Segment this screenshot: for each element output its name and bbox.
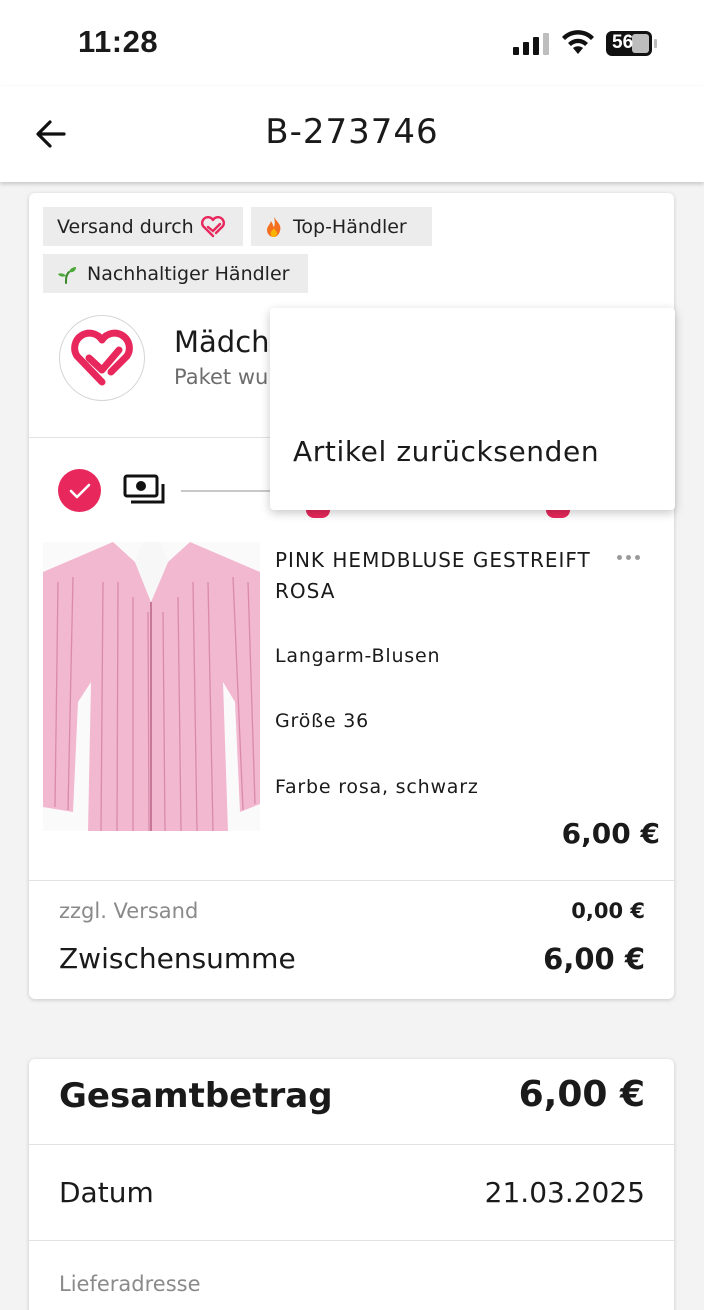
shipping-value: 0,00 € (571, 899, 645, 923)
tag-versand: Versand durch (43, 207, 243, 246)
shipment-status: Paket wu (174, 365, 269, 389)
flame-icon (267, 216, 281, 237)
checkmark-icon (69, 483, 90, 498)
tag-sustainable-seller: Nachhaltiger Händler (43, 254, 308, 293)
status-time: 11:28 (78, 24, 159, 59)
seller-avatar (59, 315, 145, 401)
sprout-icon (58, 266, 76, 284)
product-name[interactable]: PINK HEMDBLUSE GESTREIFT ROSA (275, 545, 615, 607)
summary-card: Gesamtbetrag 6,00 € Datum 21.03.2025 Lie… (29, 1059, 674, 1310)
tag-label: Versand durch (57, 215, 194, 238)
divider (29, 1240, 674, 1241)
menu-item-return-article[interactable]: Artikel zurücksenden (293, 435, 599, 468)
total-label: Gesamtbetrag (59, 1076, 333, 1116)
payment-icon (123, 474, 165, 504)
heart-logo-icon (200, 215, 225, 237)
divider (29, 880, 674, 881)
step-ordered (58, 469, 101, 512)
seller-name: Mädch (174, 325, 270, 359)
product-color: Farbe rosa, schwarz (275, 776, 479, 798)
tag-top-seller: Top-Händler (251, 207, 432, 246)
product-price: 6,00 € (561, 817, 660, 850)
product-image[interactable] (43, 542, 260, 832)
subtotal-label: Zwischensumme (59, 942, 296, 975)
page-title: B-273746 (265, 112, 439, 152)
tag-label: Nachhaltiger Händler (87, 262, 290, 285)
signal-icon (513, 33, 549, 55)
tag-label: Top-Händler (293, 215, 407, 238)
divider (29, 1144, 674, 1145)
app-header: B-273746 (0, 86, 704, 182)
item-options-menu: Artikel zurücksenden (270, 308, 675, 510)
more-options-icon[interactable] (617, 547, 647, 567)
date-label: Datum (59, 1176, 154, 1209)
heart-logo-icon (71, 329, 133, 386)
address-label: Lieferadresse (59, 1272, 201, 1296)
wifi-icon (562, 30, 594, 54)
date-value: 21.03.2025 (484, 1176, 645, 1209)
product-category: Langarm-Blusen (275, 645, 441, 667)
product-size: Größe 36 (275, 710, 370, 732)
battery-icon: 56 (606, 31, 658, 56)
shipping-label: zzgl. Versand (59, 899, 199, 923)
battery-level: 56 (612, 32, 634, 53)
subtotal-value: 6,00 € (543, 942, 645, 976)
status-bar: 11:28 56 (0, 0, 704, 86)
total-value: 6,00 € (518, 1074, 645, 1115)
